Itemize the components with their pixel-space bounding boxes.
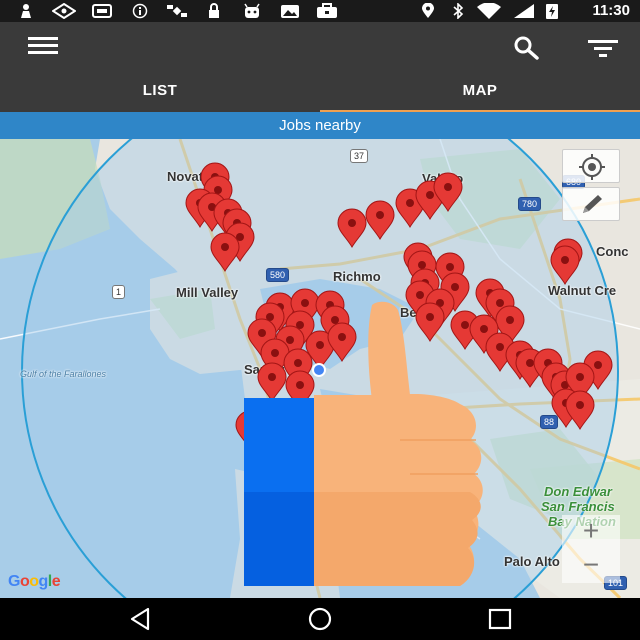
navigation-bar	[0, 598, 640, 640]
recents-icon[interactable]	[486, 606, 514, 632]
home-icon[interactable]	[306, 606, 334, 632]
back-icon[interactable]	[126, 606, 154, 632]
thumbs-up-icon	[244, 301, 483, 586]
